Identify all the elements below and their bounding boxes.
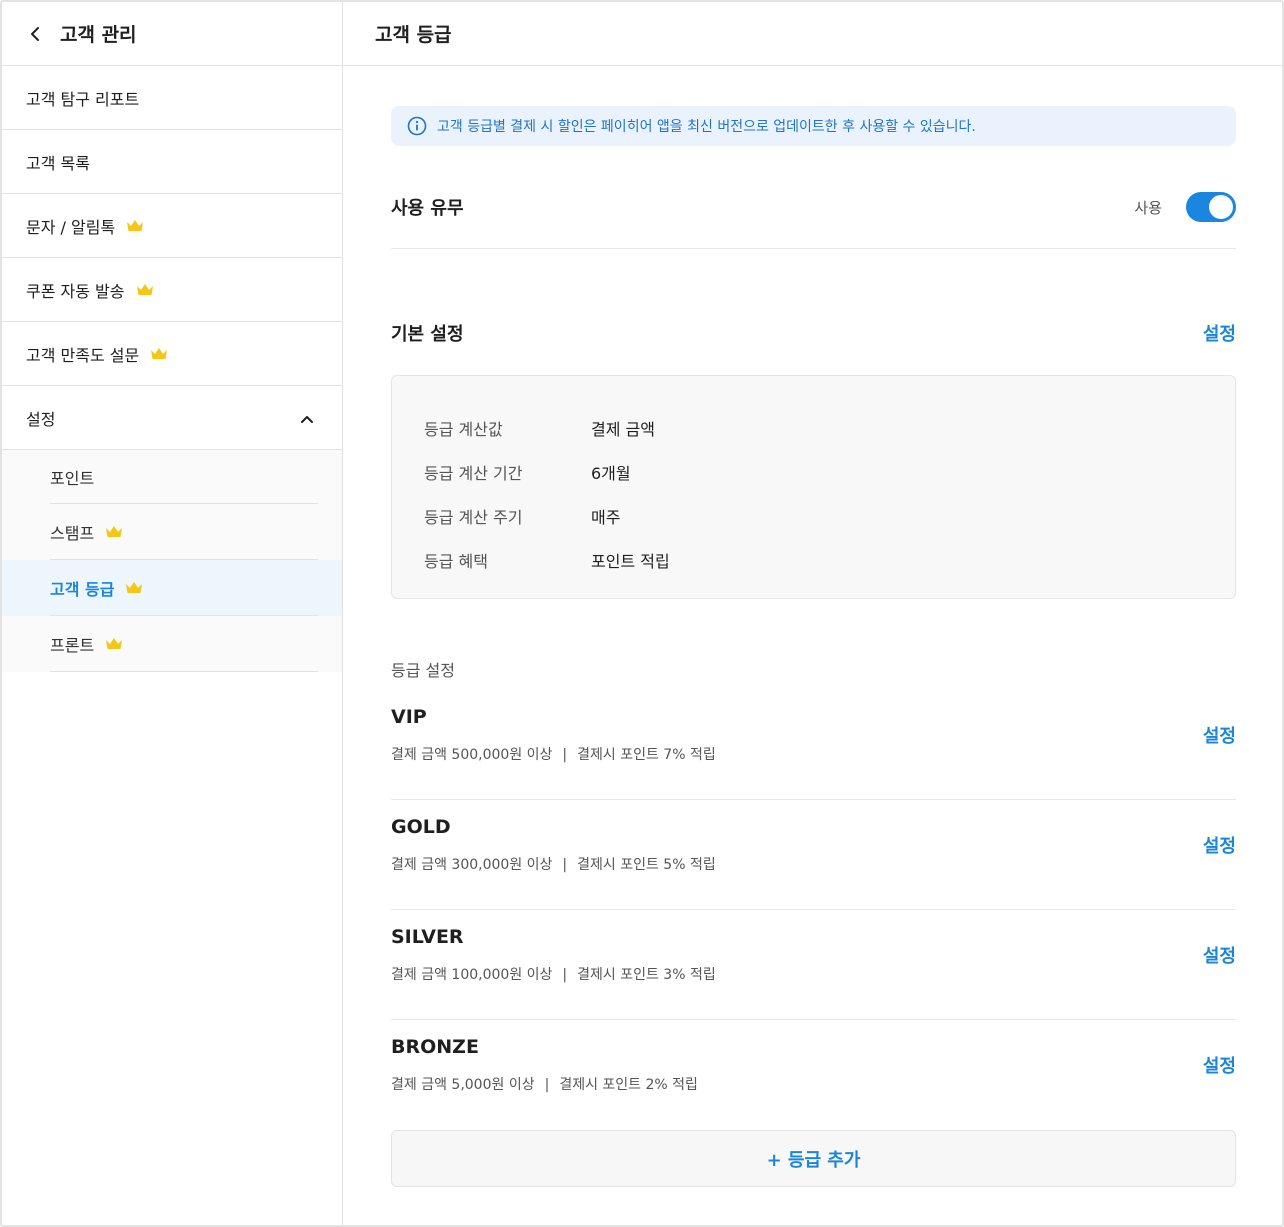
back-arrow-icon[interactable] — [26, 25, 44, 43]
setting-value: 6개월 — [591, 464, 631, 483]
basic-settings-row: 등급 계산값 결제 금액 — [424, 406, 1203, 450]
sidebar-item-customer-report[interactable]: 고객 탐구 리포트 — [2, 66, 342, 130]
setting-key: 등급 계산 주기 — [424, 508, 523, 527]
usage-toggle-group: 사용 — [1134, 192, 1236, 222]
usage-toggle[interactable] — [1186, 192, 1236, 222]
submenu-item-stamp[interactable]: 스탬프 — [2, 504, 342, 560]
grade-settings-title: 등급 설정 — [391, 661, 455, 680]
basic-settings-row: 등급 계산 기간 6개월 — [424, 450, 1203, 494]
setting-value: 매주 — [591, 508, 621, 527]
grade-condition: 결제 금액 100,000원 이상 — [391, 967, 553, 983]
submenu-item-label: 고객 등급 — [50, 580, 115, 599]
basic-settings-title: 기본 설정 — [391, 324, 464, 345]
sidebar-item-coupon-auto[interactable]: 쿠폰 자동 발송 — [2, 258, 342, 322]
grade-condition: 결제 금액 500,000원 이상 — [391, 747, 553, 763]
grade-name: BRONZE — [391, 1036, 479, 1058]
info-icon — [407, 116, 427, 136]
grade-benefit: 결제시 포인트 7% 적립 — [577, 747, 716, 763]
page-title: 고객 등급 — [375, 24, 452, 46]
toggle-knob — [1209, 195, 1233, 219]
separator: | — [562, 747, 568, 763]
sidebar: 고객 관리 고객 탐구 리포트 고객 목록 문자 / 알림톡 쿠폰 자동 발송 … — [2, 2, 343, 1225]
setting-key: 등급 혜택 — [424, 552, 488, 571]
basic-settings-header: 기본 설정 설정 — [391, 320, 1236, 346]
setting-value: 결제 금액 — [591, 420, 655, 439]
submenu-item-customer-grade[interactable]: 고객 등급 — [2, 560, 342, 616]
sidebar-item-label: 고객 만족도 설문 — [26, 345, 140, 365]
add-grade-button[interactable]: + 등급 추가 — [391, 1130, 1236, 1187]
grade-description: 결제 금액 500,000원 이상 | 결제시 포인트 7% 적립 — [391, 744, 716, 764]
grade-row-bronze: BRONZE 결제 금액 5,000원 이상 | 결제시 포인트 2% 적립 설정 — [391, 1020, 1236, 1130]
sidebar-item-label: 설정 — [26, 409, 56, 429]
crown-icon — [105, 525, 123, 539]
grade-description: 결제 금액 5,000원 이상 | 결제시 포인트 2% 적립 — [391, 1074, 698, 1094]
separator: | — [562, 967, 568, 983]
submenu-item-label: 스탬프 — [50, 524, 95, 543]
submenu-item-points[interactable]: 포인트 — [2, 450, 342, 504]
notice-banner: 고객 등급별 결제 시 할인은 페이히어 앱을 최신 버전으로 업데이트한 후 … — [391, 106, 1236, 146]
separator: | — [544, 1077, 550, 1093]
sidebar-item-settings[interactable]: 설정 — [2, 386, 342, 450]
setting-value: 포인트 적립 — [591, 552, 670, 571]
crown-icon — [125, 581, 143, 595]
submenu-item-front[interactable]: 프론트 — [2, 616, 342, 672]
grade-settings-button[interactable]: 설정 — [1203, 832, 1236, 858]
crown-icon — [150, 347, 168, 361]
grade-name: VIP — [391, 706, 427, 728]
usage-label: 사용 유무 — [391, 198, 464, 219]
grade-settings-button[interactable]: 설정 — [1203, 1052, 1236, 1078]
grade-condition: 결제 금액 300,000원 이상 — [391, 857, 553, 873]
sidebar-title: 고객 관리 — [60, 24, 137, 46]
grade-settings-button[interactable]: 설정 — [1203, 722, 1236, 748]
sidebar-item-label: 문자 / 알림톡 — [26, 217, 116, 237]
grade-settings-button[interactable]: 설정 — [1203, 942, 1236, 968]
chevron-up-icon — [300, 409, 314, 428]
notice-text: 고객 등급별 결제 시 할인은 페이히어 앱을 최신 버전으로 업데이트한 후 … — [437, 119, 976, 135]
setting-key: 등급 계산 기간 — [424, 464, 523, 483]
crown-icon — [126, 219, 144, 233]
crown-icon — [136, 283, 154, 297]
grade-description: 결제 금액 100,000원 이상 | 결제시 포인트 3% 적립 — [391, 964, 716, 984]
grade-benefit: 결제시 포인트 2% 적립 — [559, 1077, 698, 1093]
crown-icon — [105, 637, 123, 651]
usage-row: 사용 유무 사용 — [391, 172, 1236, 249]
submenu-item-label: 포인트 — [50, 469, 95, 488]
grade-benefit: 결제시 포인트 5% 적립 — [577, 857, 716, 873]
grade-name: GOLD — [391, 816, 451, 838]
sidebar-item-label: 쿠폰 자동 발송 — [26, 281, 125, 301]
grade-name: SILVER — [391, 926, 464, 948]
basic-settings-row: 등급 계산 주기 매주 — [424, 494, 1203, 538]
separator: | — [562, 857, 568, 873]
submenu-item-label: 프론트 — [50, 636, 95, 655]
sidebar-item-label: 고객 목록 — [26, 153, 90, 173]
sidebar-item-label: 고객 탐구 리포트 — [26, 89, 140, 109]
main-panel: 고객 등급 고객 등급별 결제 시 할인은 페이히어 앱을 최신 버전으로 업데… — [343, 2, 1284, 1225]
grade-row-silver: SILVER 결제 금액 100,000원 이상 | 결제시 포인트 3% 적립 설… — [391, 910, 1236, 1020]
toggle-status-text: 사용 — [1134, 198, 1162, 217]
grade-row-gold: GOLD 결제 금액 300,000원 이상 | 결제시 포인트 5% 적립 설정 — [391, 800, 1236, 910]
grade-description: 결제 금액 300,000원 이상 | 결제시 포인트 5% 적립 — [391, 854, 716, 874]
sidebar-item-satisfaction-survey[interactable]: 고객 만족도 설문 — [2, 322, 342, 386]
sidebar-item-customer-list[interactable]: 고객 목록 — [2, 130, 342, 194]
setting-key: 등급 계산값 — [424, 420, 503, 439]
basic-settings-row: 등급 혜택 포인트 적립 — [424, 538, 1203, 582]
sidebar-header: 고객 관리 — [2, 2, 342, 66]
grade-benefit: 결제시 포인트 3% 적립 — [577, 967, 716, 983]
basic-settings-button[interactable]: 설정 — [1203, 320, 1236, 346]
settings-submenu: 포인트 스탬프 고객 등급 프론트 — [2, 450, 342, 672]
main-header: 고객 등급 — [343, 2, 1284, 66]
app-window: 고객 관리 고객 탐구 리포트 고객 목록 문자 / 알림톡 쿠폰 자동 발송 … — [0, 0, 1284, 1227]
grade-condition: 결제 금액 5,000원 이상 — [391, 1077, 535, 1093]
sidebar-item-messages[interactable]: 문자 / 알림톡 — [2, 194, 342, 258]
basic-settings-box: 등급 계산값 결제 금액 등급 계산 기간 6개월 등급 계산 주기 매주 등급… — [391, 375, 1236, 599]
grade-row-vip: VIP 결제 금액 500,000원 이상 | 결제시 포인트 7% 적립 설정 — [391, 690, 1236, 800]
